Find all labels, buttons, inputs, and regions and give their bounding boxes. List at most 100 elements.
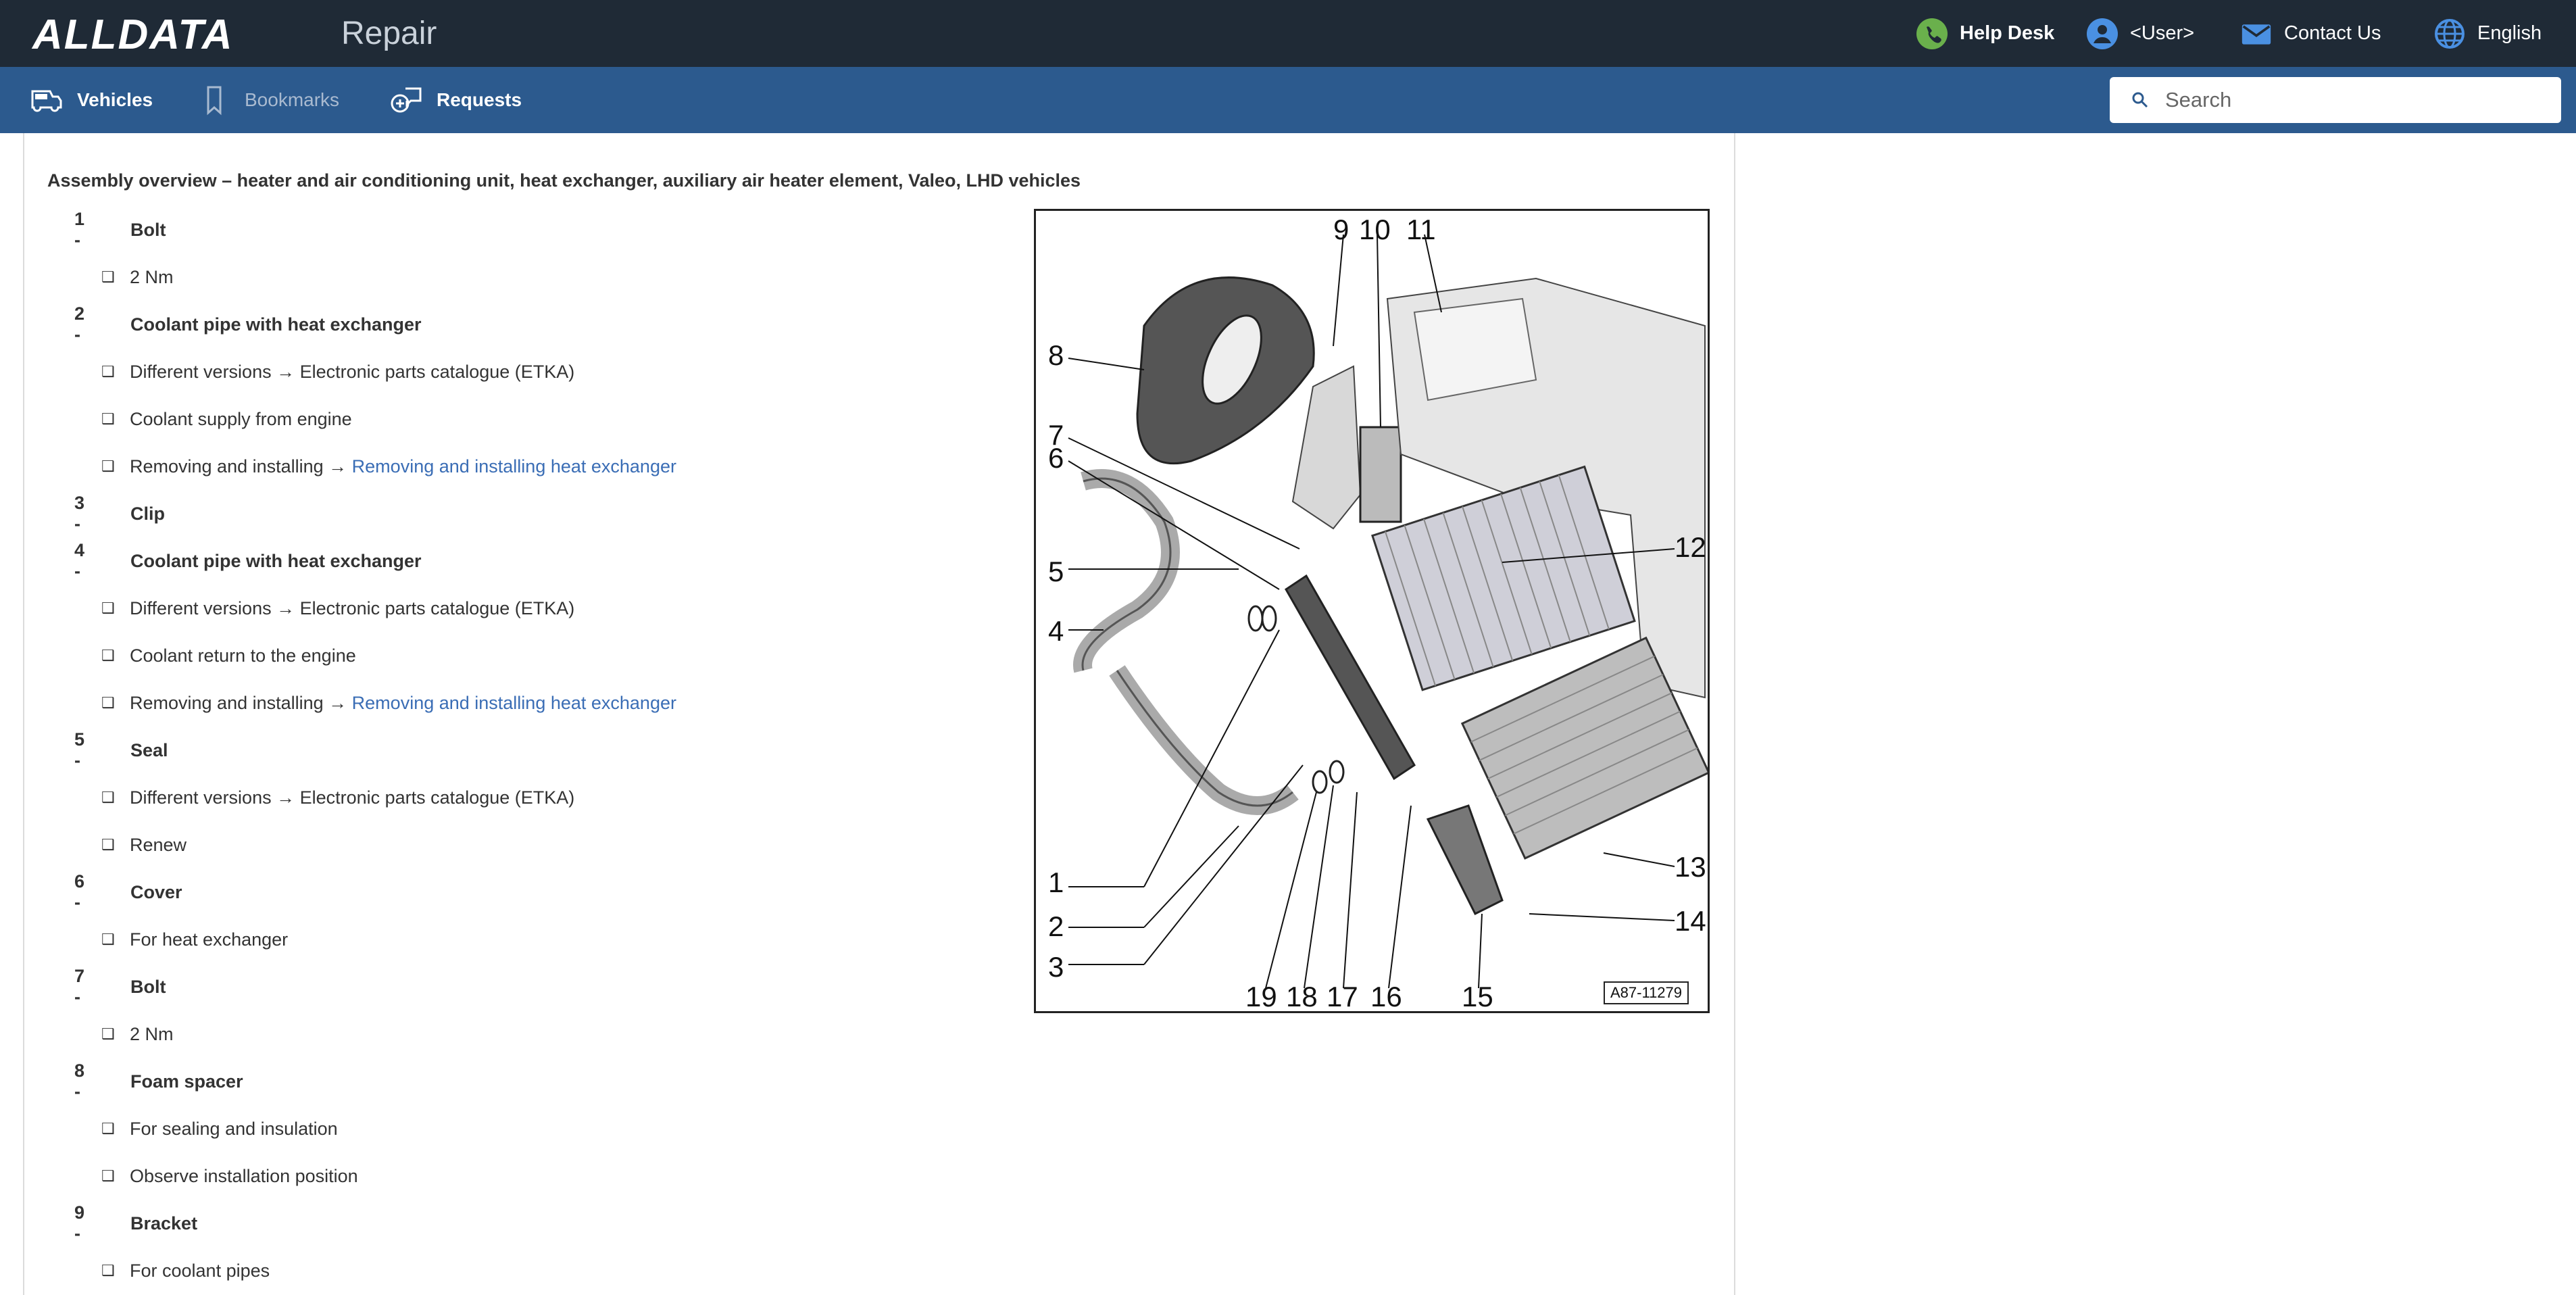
subitem-text: Coolant supply from engine bbox=[130, 408, 352, 429]
callout-17: 17 bbox=[1327, 981, 1358, 1011]
globe-icon bbox=[2435, 18, 2464, 49]
item-number: 7 - bbox=[74, 966, 85, 1007]
search-icon bbox=[2132, 92, 2148, 108]
callout-12: 12 bbox=[1675, 531, 1706, 563]
checkbox-bullet-icon: ❑ bbox=[101, 1120, 115, 1137]
subitem-text: Different versions → Electronic parts ca… bbox=[130, 787, 575, 808]
bookmark-icon bbox=[207, 86, 222, 116]
checkbox-bullet-icon: ❑ bbox=[101, 268, 115, 285]
checkbox-bullet-icon: ❑ bbox=[101, 363, 115, 380]
subitem-text: Different versions → Electronic parts ca… bbox=[130, 361, 575, 382]
checkbox-bullet-icon: ❑ bbox=[101, 1167, 115, 1184]
checkbox-bullet-icon: ❑ bbox=[101, 836, 115, 853]
item-number: 3 - bbox=[74, 493, 85, 534]
item-name: Bracket bbox=[130, 1213, 198, 1233]
nav-requests[interactable]: Requests bbox=[389, 67, 522, 133]
item-number: 9 - bbox=[74, 1202, 85, 1244]
callout-10: 10 bbox=[1359, 214, 1391, 245]
article-title: Assembly overview – heater and air condi… bbox=[47, 170, 1081, 191]
callout-16: 16 bbox=[1370, 981, 1402, 1011]
subitem-text: Removing and installing → Removing and i… bbox=[130, 456, 676, 477]
item-number: 2 - bbox=[74, 303, 85, 345]
subitem-text: 2 Nm bbox=[130, 266, 174, 287]
removing-installing-link[interactable]: Removing and installing heat exchanger bbox=[352, 693, 676, 713]
contact-us-label: Contact Us bbox=[2284, 22, 2381, 44]
language-label: English bbox=[2477, 22, 2542, 44]
subitem-text: For sealing and insulation bbox=[130, 1118, 338, 1139]
checkbox-bullet-icon: ❑ bbox=[101, 647, 115, 664]
callout-4: 4 bbox=[1048, 615, 1064, 647]
subitem-text: Observe installation position bbox=[130, 1165, 358, 1186]
callout-7: 7 bbox=[1048, 419, 1064, 451]
subitem-text: Coolant return to the engine bbox=[130, 645, 356, 666]
item-number: 1 - bbox=[74, 209, 85, 250]
callout-13: 13 bbox=[1675, 851, 1706, 883]
item-number: 5 - bbox=[74, 729, 85, 771]
search-box[interactable] bbox=[2110, 77, 2561, 123]
callout-5: 5 bbox=[1048, 556, 1064, 587]
item-number: 8 - bbox=[74, 1060, 85, 1102]
request-icon bbox=[391, 87, 422, 113]
checkbox-bullet-icon: ❑ bbox=[101, 789, 115, 806]
item-name: Cover bbox=[130, 881, 182, 902]
contact-us-button[interactable]: Contact Us bbox=[2241, 0, 2381, 67]
subitem-text: 2 Nm bbox=[130, 1023, 174, 1044]
subitem-text: For heat exchanger bbox=[130, 929, 289, 950]
user-icon bbox=[2087, 18, 2118, 49]
product-name: Repair bbox=[341, 16, 437, 51]
item-number: 6 - bbox=[74, 871, 85, 912]
diagram-callouts: 1 2 3 4 5 6 7 8 9 10 11 12 13 14 15 16 1… bbox=[1048, 214, 1706, 1011]
item-name: Foam spacer bbox=[130, 1071, 243, 1092]
user-label: <User> bbox=[2130, 22, 2195, 44]
checkbox-bullet-icon: ❑ bbox=[101, 600, 115, 616]
callout-14: 14 bbox=[1675, 905, 1706, 937]
subitem-text: For coolant pipes bbox=[130, 1260, 270, 1281]
top-bar: ALLDATA Repair Help Desk <User> Contact … bbox=[0, 0, 2576, 67]
subitem-text: Removing and installing → Removing and i… bbox=[130, 693, 676, 714]
checkbox-bullet-icon: ❑ bbox=[101, 458, 115, 474]
nav-bookmarks[interactable]: Bookmarks bbox=[197, 67, 339, 133]
callout-11: 11 bbox=[1406, 214, 1436, 245]
item-name: Seal bbox=[130, 739, 168, 760]
callout-18: 18 bbox=[1286, 981, 1318, 1011]
item-name: Coolant pipe with heat exchanger bbox=[130, 314, 422, 335]
subitem-text: Renew bbox=[130, 834, 187, 855]
nav-vehicles-label: Vehicles bbox=[77, 89, 153, 110]
user-menu[interactable]: <User> bbox=[2087, 0, 2194, 67]
callout-9: 9 bbox=[1333, 214, 1349, 245]
search-input[interactable] bbox=[2164, 87, 2545, 113]
callout-2: 2 bbox=[1048, 910, 1064, 942]
callout-19: 19 bbox=[1245, 981, 1277, 1011]
nav-vehicles[interactable]: Vehicles bbox=[30, 67, 153, 133]
item-number: 4 - bbox=[74, 540, 85, 581]
alldata-logo[interactable]: ALLDATA bbox=[32, 11, 234, 59]
item-name: Bolt bbox=[130, 976, 166, 997]
subitem-prefix: Removing and installing → bbox=[130, 692, 352, 713]
callout-1: 1 bbox=[1048, 866, 1064, 898]
mail-icon bbox=[2241, 24, 2271, 45]
nav-bookmarks-label: Bookmarks bbox=[245, 89, 340, 110]
checkbox-bullet-icon: ❑ bbox=[101, 931, 115, 948]
item-name: Coolant pipe with heat exchanger bbox=[130, 550, 422, 571]
checkbox-bullet-icon: ❑ bbox=[101, 1262, 115, 1279]
figure-code: A87-11279 bbox=[1604, 981, 1689, 1004]
article-panel: Assembly overview – heater and air condi… bbox=[23, 133, 1735, 1295]
item-name: Clip bbox=[130, 503, 165, 524]
item-name: Bolt bbox=[130, 219, 166, 240]
subitem-text: Different versions → Electronic parts ca… bbox=[130, 597, 575, 618]
language-selector[interactable]: English bbox=[2434, 0, 2542, 67]
help-desk-button[interactable]: Help Desk bbox=[1916, 0, 2054, 67]
removing-installing-link[interactable]: Removing and installing heat exchanger bbox=[352, 456, 676, 477]
callout-8: 8 bbox=[1048, 339, 1064, 371]
checkbox-bullet-icon: ❑ bbox=[101, 1025, 115, 1042]
phone-icon bbox=[1916, 18, 1948, 49]
car-icon bbox=[31, 90, 62, 112]
checkbox-bullet-icon: ❑ bbox=[101, 694, 115, 711]
callout-3: 3 bbox=[1048, 951, 1064, 983]
exploded-view-diagram[interactable]: 1 2 3 4 5 6 7 8 9 10 11 12 13 14 15 16 1… bbox=[1034, 209, 1710, 1013]
checkbox-bullet-icon: ❑ bbox=[101, 410, 115, 427]
help-desk-label: Help Desk bbox=[1960, 22, 2055, 44]
subitem-prefix: Removing and installing → bbox=[130, 456, 352, 477]
callout-15: 15 bbox=[1462, 981, 1493, 1011]
nav-requests-label: Requests bbox=[437, 89, 522, 110]
